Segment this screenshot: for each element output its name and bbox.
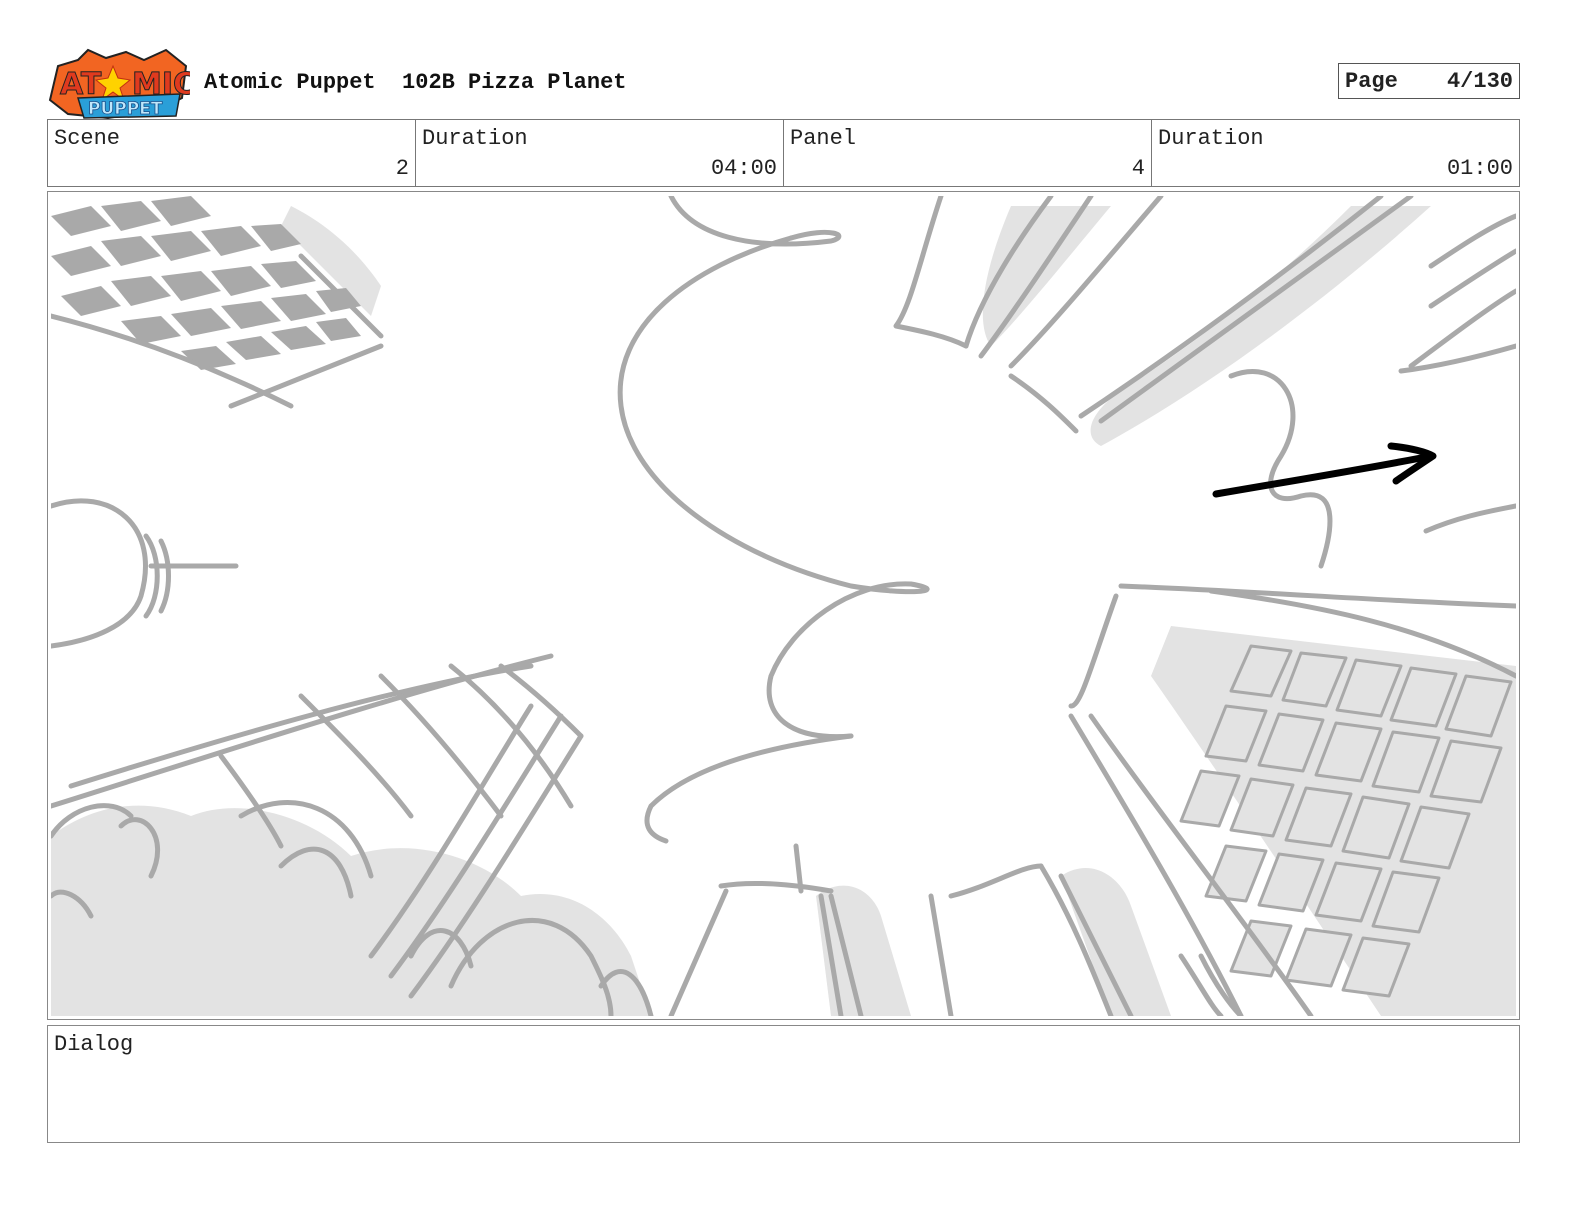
atomic-puppet-logo: AT MIC PUPPET bbox=[48, 48, 196, 120]
show-title: Atomic Puppet bbox=[204, 70, 376, 95]
panel-duration-cell: Duration 01:00 bbox=[1152, 120, 1519, 186]
scene-cell: Scene 2 bbox=[48, 120, 416, 186]
panel-duration-value: 01:00 bbox=[1446, 156, 1513, 181]
svg-text:PUPPET: PUPPET bbox=[88, 99, 163, 119]
panel-label: Panel bbox=[790, 126, 857, 151]
dialog-box: Dialog bbox=[47, 1025, 1520, 1143]
scene-duration-value: 04:00 bbox=[710, 156, 777, 181]
panel-number: 4 bbox=[1131, 156, 1145, 181]
scene-number: 2 bbox=[395, 156, 409, 181]
page-label: Page bbox=[1345, 69, 1398, 94]
storyboard-panel-drawing bbox=[51, 196, 1516, 1016]
shot-info-bar: Scene 2 Duration 04:00 Panel 4 Duration … bbox=[47, 119, 1520, 187]
direction-arrow bbox=[1212, 442, 1437, 498]
panel-cell: Panel 4 bbox=[784, 120, 1152, 186]
dialog-label: Dialog bbox=[54, 1032, 134, 1057]
episode-title: 102B Pizza Planet bbox=[402, 70, 627, 95]
page-number: 4/130 bbox=[1446, 69, 1513, 94]
scene-label: Scene bbox=[54, 126, 121, 151]
scene-duration-cell: Duration 04:00 bbox=[416, 120, 784, 186]
page-indicator: Page 4/130 bbox=[1338, 63, 1520, 99]
panel-duration-label: Duration bbox=[1158, 126, 1264, 151]
storyboard-header: AT MIC PUPPET Atomic Puppet 102B Pizza P… bbox=[48, 44, 1520, 120]
storyboard-title: Atomic Puppet 102B Pizza Planet bbox=[204, 70, 626, 95]
scene-duration-label: Duration bbox=[422, 126, 528, 151]
